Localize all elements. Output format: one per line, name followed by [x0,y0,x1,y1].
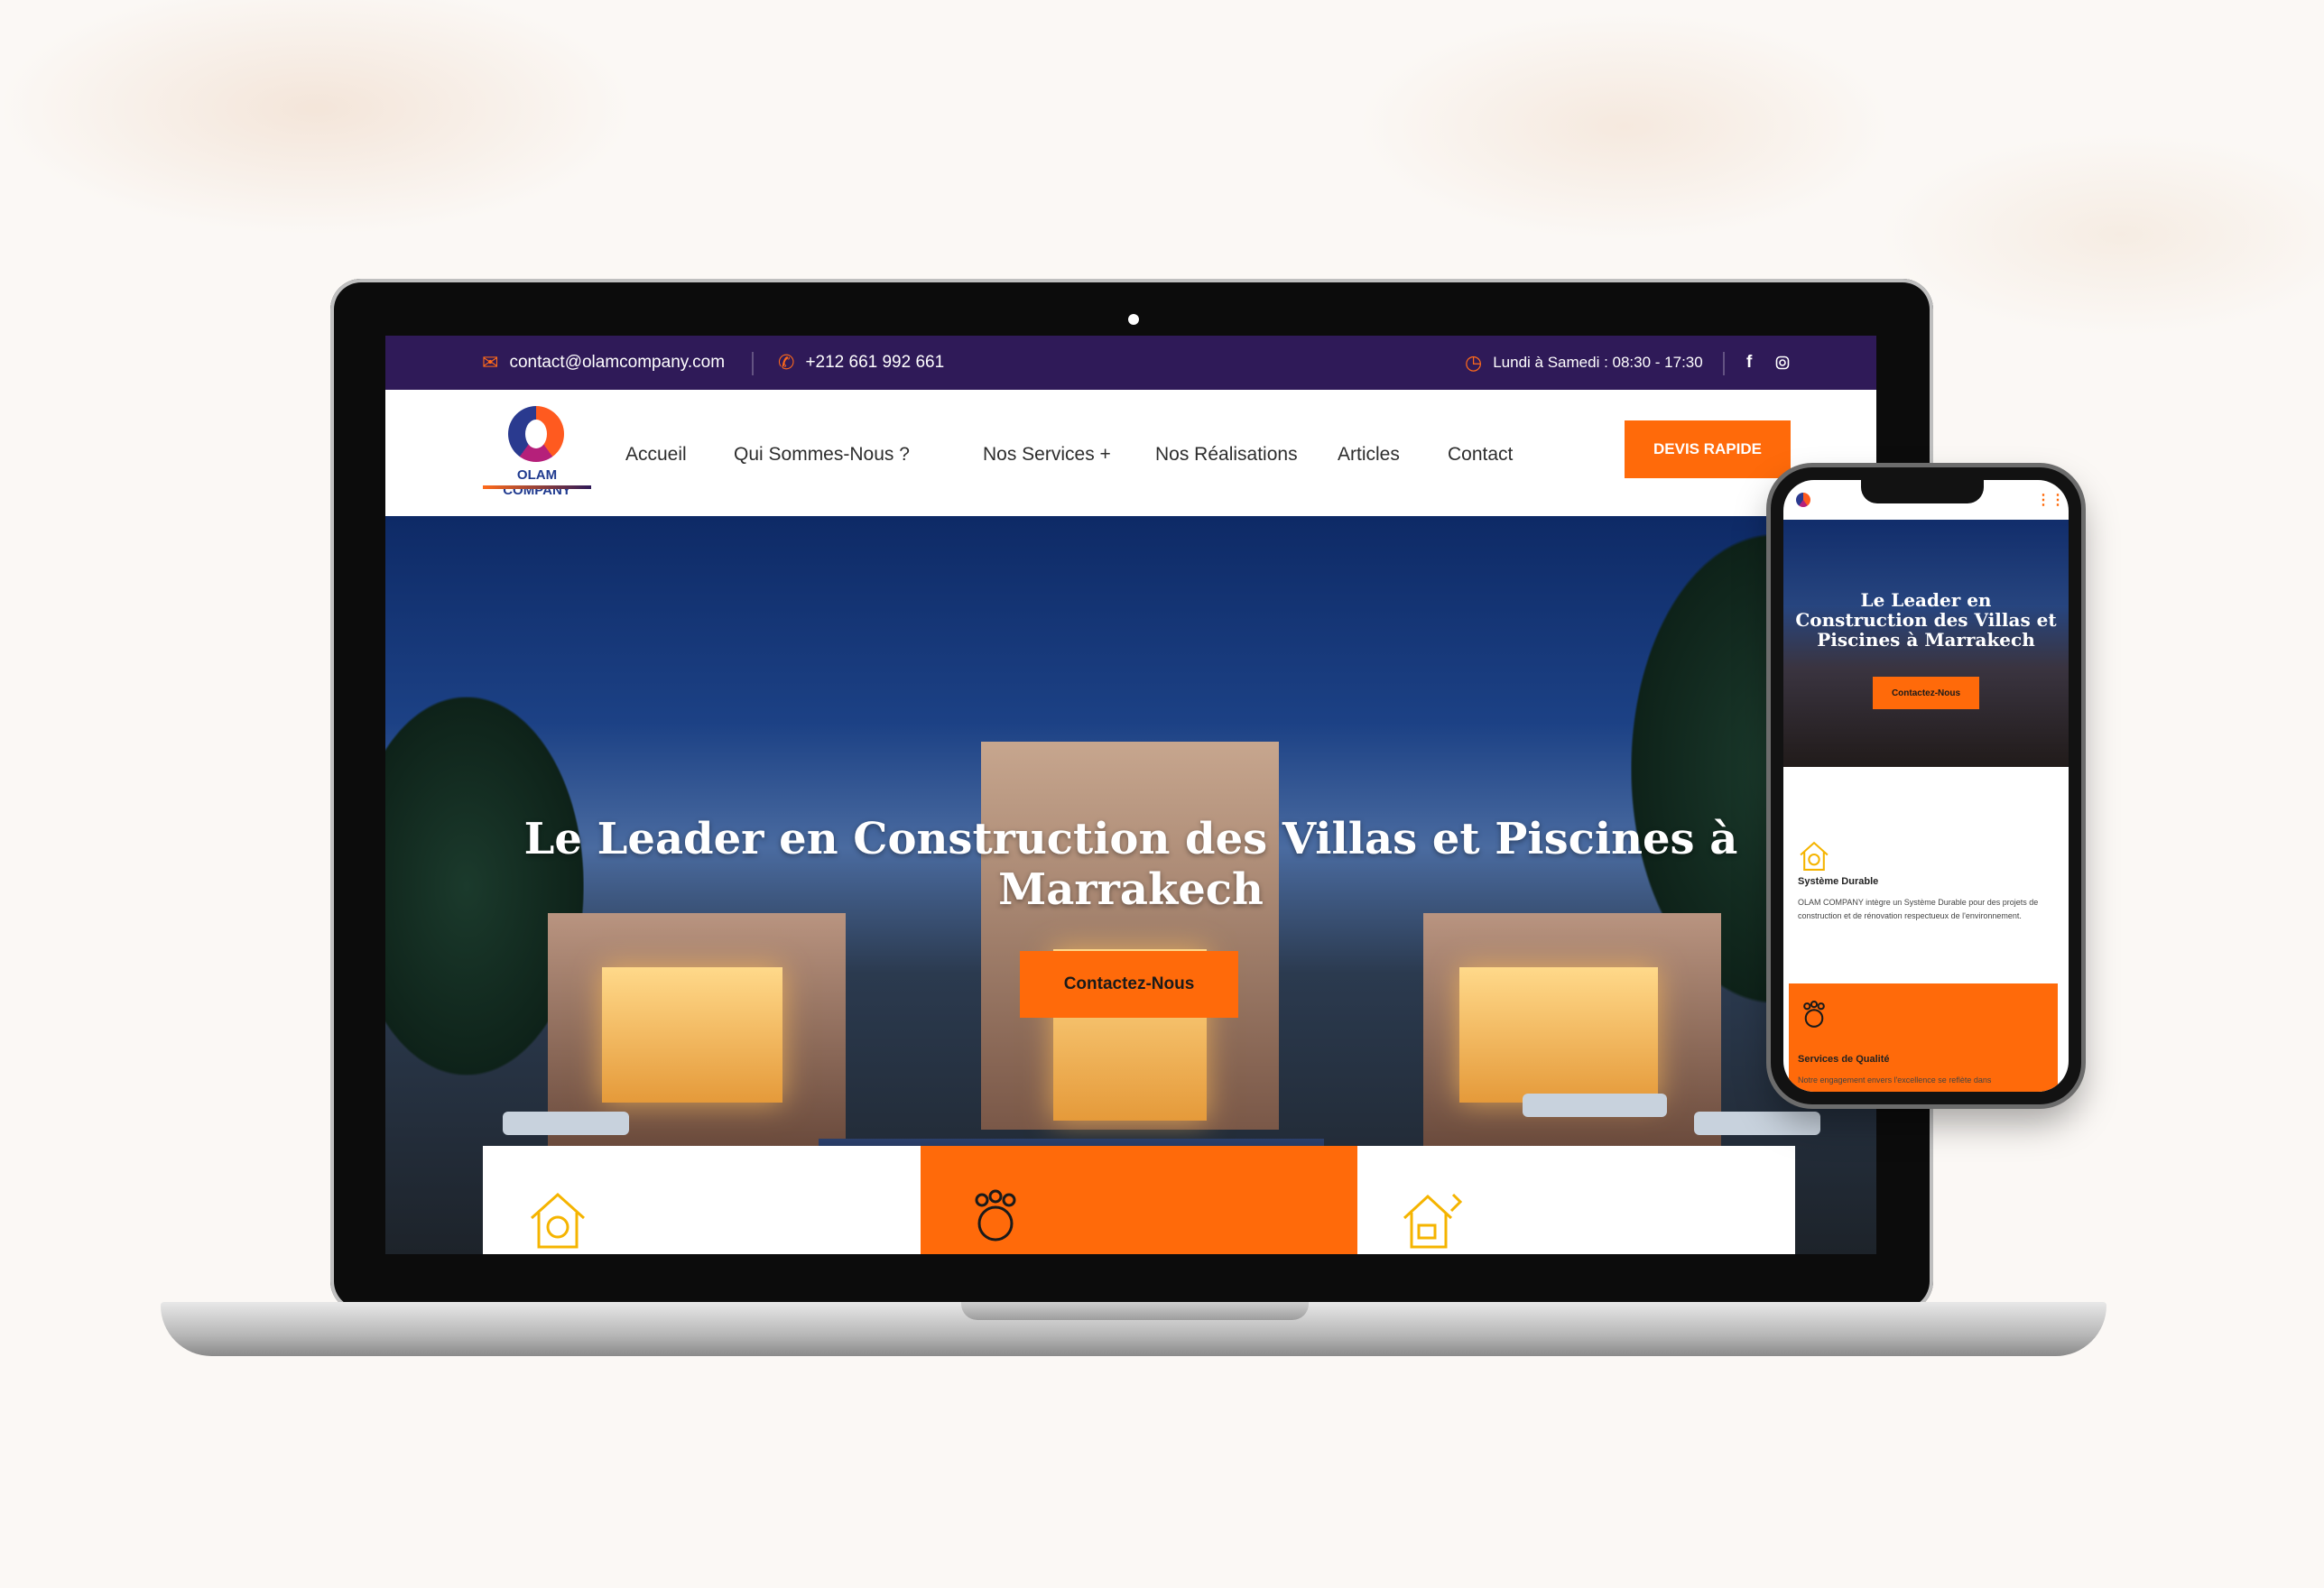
house-tools-icon [1403,1193,1463,1249]
hero-banner: Le Leader en Construction des Villas et … [385,516,1876,1254]
email-link[interactable]: ✉ contact@olamcompany.com [482,336,725,390]
devis-rapide-button[interactable]: DEVIS RAPIDE [1625,420,1791,478]
nav-qui-sommes-nous[interactable]: Qui Sommes-Nous ? [734,444,910,466]
mobile-logo[interactable] [1796,493,1810,507]
hours-text: Lundi à Samedi : 08:30 - 17:30 [1493,354,1703,371]
nav-services[interactable]: Nos Services + [983,444,1111,466]
mobile-card-text: Notre engagement envers l'excellence se … [1798,1076,1992,1085]
divider [1723,352,1725,375]
contactez-nous-button[interactable]: Contactez-Nous [1020,951,1238,1018]
mobile-feature-card-orange: Services de Qualité Notre engagement env… [1789,983,2058,1092]
top-bar: ✉ contact@olamcompany.com ✆ +212 661 992… [385,336,1876,390]
mobile-hero-title: Le Leader en Construction des Villas et … [1795,589,2057,651]
laptop-opening [961,1302,1309,1320]
nav-contact[interactable]: Contact [1448,444,1513,466]
camera-dot [1128,314,1139,325]
email-icon: ✉ [482,351,499,374]
logo-tagline-bar [483,485,591,489]
villa-lit-window [1459,967,1658,1103]
nav-realisations[interactable]: Nos Réalisations [1155,444,1298,466]
instagram-icon[interactable] [1775,336,1790,390]
mobile-card-text: OLAM COMPANY intègre un Système Durable … [1798,898,2039,920]
feature-card [921,1146,1357,1254]
mobile-feature-card: Système Durable OLAM COMPANY intègre un … [1798,839,2060,923]
facebook-icon[interactable]: f [1746,336,1752,390]
team-gear-icon [1803,1001,1825,1028]
mobile-card-title: Système Durable [1798,876,1879,887]
logo-mark [508,406,564,462]
desktop-screen: ✉ contact@olamcompany.com ✆ +212 661 992… [385,336,1876,1254]
mobile-card-title: Services de Qualité [1798,1054,1890,1065]
eco-house-icon [530,1192,586,1249]
eco-house-icon [1800,841,1829,871]
clock-icon: ◷ [1465,351,1483,374]
phone-text: +212 661 992 661 [805,353,945,372]
mobile-hero: Le Leader en Construction des Villas et … [1783,520,2069,767]
team-gear-icon [975,1189,1016,1242]
menu-icon[interactable]: ⋮⋮ [2036,491,2065,509]
nav-articles[interactable]: Articles [1338,444,1400,466]
hero-title: Le Leader en Construction des Villas et … [523,814,1738,915]
feature-card [1357,1146,1795,1254]
phone-icon: ✆ [778,351,795,374]
mobile-screen: ⋮⋮ Le Leader en Construction des Villas … [1783,480,2069,1092]
mobile-contactez-nous-button[interactable]: Contactez-Nous [1873,677,1979,709]
lounger [1694,1112,1820,1135]
phone-notch [1861,476,1984,503]
lounger [1523,1094,1667,1117]
lounger [503,1112,629,1135]
feature-card [483,1146,921,1254]
divider [752,352,754,375]
company-logo[interactable]: OLAM COMPANY [483,406,591,498]
hours: ◷ Lundi à Samedi : 08:30 - 17:30 [1465,336,1703,390]
villa-lit-window [602,967,782,1103]
email-text: contact@olamcompany.com [509,353,726,372]
nav-accueil[interactable]: Accueil [625,444,687,466]
main-nav: OLAM COMPANY Accueil Qui Sommes-Nous ? N… [385,390,1876,516]
logo-name: OLAM COMPANY [503,467,571,498]
phone-link[interactable]: ✆ +212 661 992 661 [778,336,944,390]
